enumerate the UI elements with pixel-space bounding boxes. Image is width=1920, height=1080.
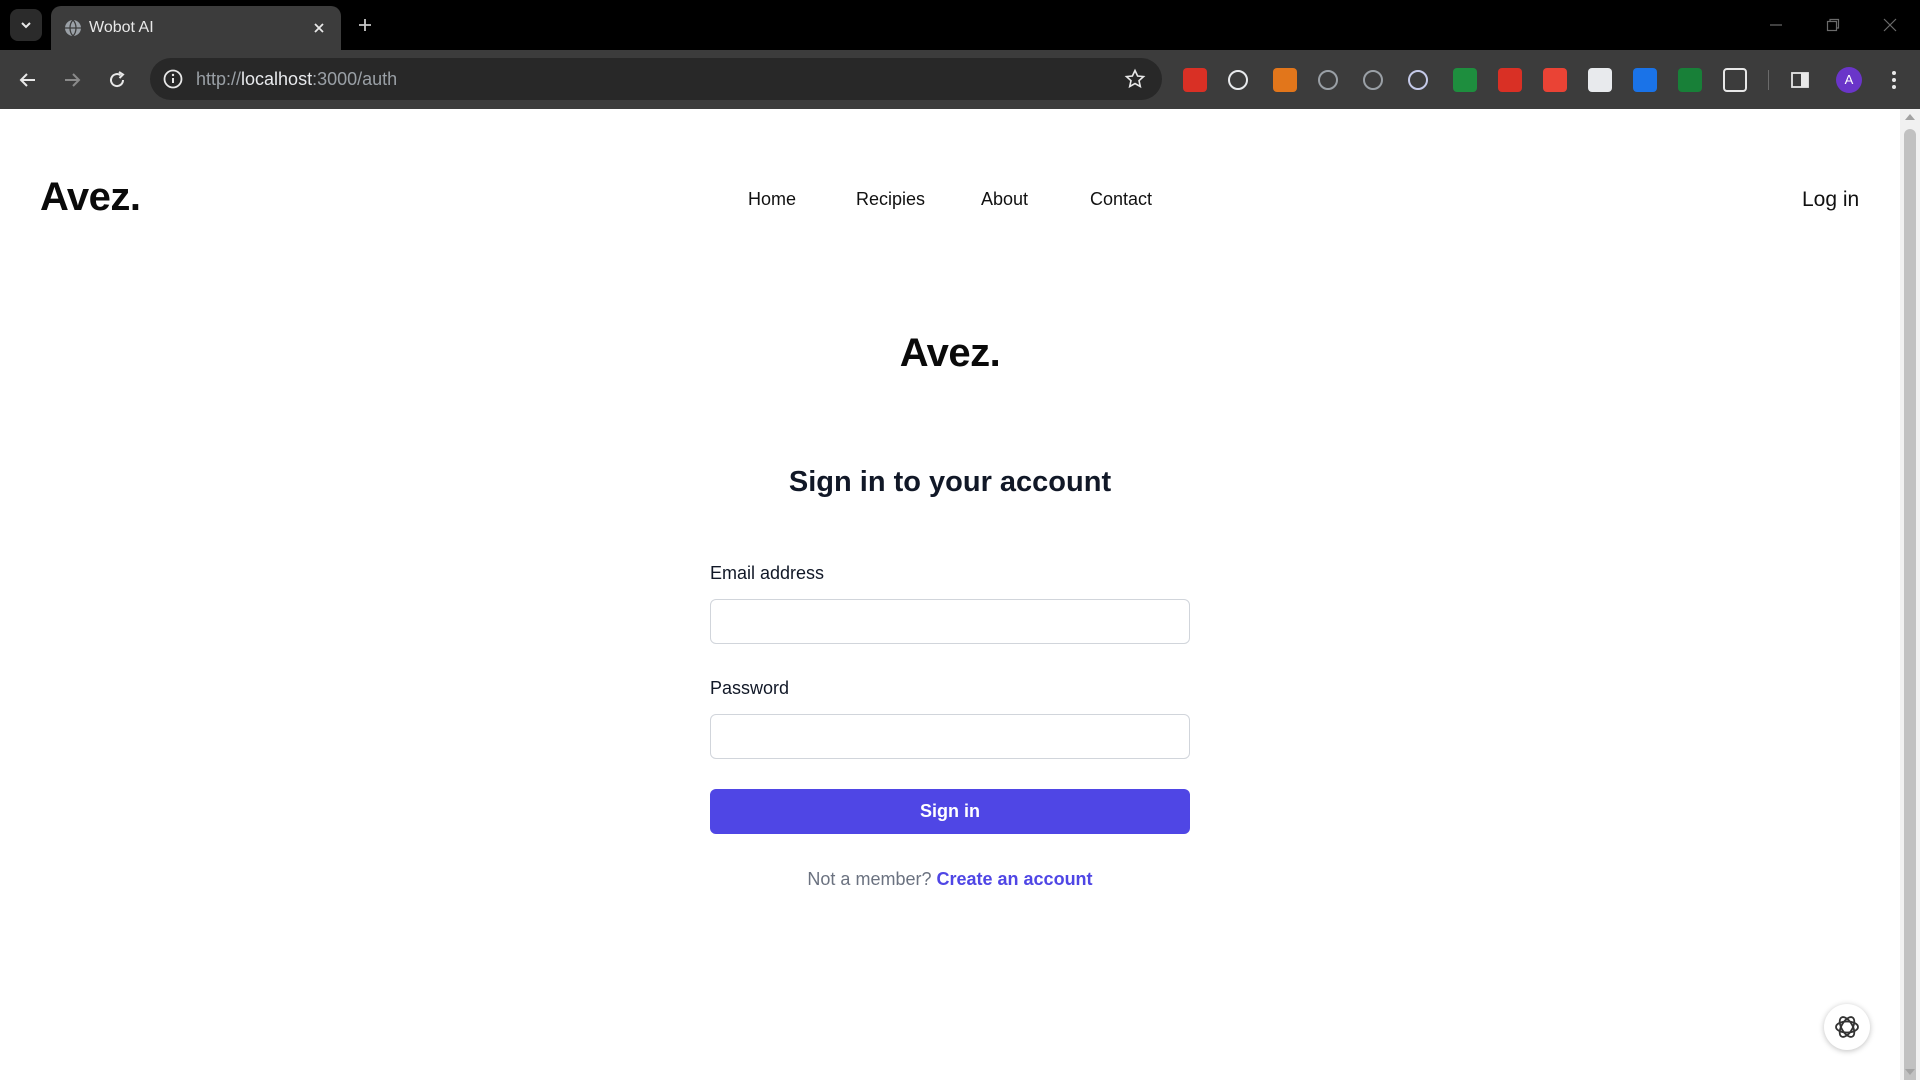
tab-search-button[interactable] <box>10 9 42 41</box>
extension-target-icon[interactable] <box>1228 70 1248 90</box>
url-scheme: http:// <box>196 69 242 89</box>
chevron-down-icon <box>21 22 31 29</box>
extension-t-icon[interactable] <box>1588 68 1612 92</box>
arrow-right-icon <box>65 73 81 87</box>
sign-in-button[interactable]: Sign in <box>710 789 1190 834</box>
forward-button[interactable] <box>56 64 88 96</box>
extension-red-icon[interactable] <box>1183 68 1207 92</box>
vertical-scrollbar[interactable] <box>1900 109 1920 1080</box>
nav-link-recipies[interactable]: Recipies <box>856 189 925 210</box>
create-account-link[interactable]: Create an account <box>937 869 1093 889</box>
side-panel-button[interactable] <box>1784 64 1816 96</box>
extension-brackets-icon[interactable] <box>1318 70 1338 90</box>
extension-sheet-icon[interactable] <box>1678 68 1702 92</box>
not-member-text: Not a member? <box>807 869 932 889</box>
nav-link-home[interactable]: Home <box>748 189 796 210</box>
url-path: :3000/auth <box>312 69 398 89</box>
scroll-down-arrow[interactable] <box>1905 1069 1915 1075</box>
url-host: localhost <box>241 69 313 89</box>
bookmark-star-icon[interactable] <box>1124 68 1146 90</box>
page-viewport: Avez. Home Recipies About Contact Log in… <box>0 109 1920 1080</box>
form-title: Sign in to your account <box>788 466 1112 498</box>
reload-icon <box>110 71 125 88</box>
extension-hand-icon[interactable] <box>1543 68 1567 92</box>
signup-prompt: Not a member? Create an account <box>710 869 1190 890</box>
address-bar[interactable]: http://localhost:3000/auth <box>150 58 1162 100</box>
extension-f-icon[interactable] <box>1633 68 1657 92</box>
new-tab-button[interactable] <box>352 12 378 38</box>
nav-link-about[interactable]: About <box>981 189 1028 210</box>
extension-play-red-icon[interactable] <box>1498 68 1522 92</box>
password-label: Password <box>710 678 790 698</box>
close-window-button[interactable] <box>1872 10 1908 40</box>
nav-link-contact[interactable]: Contact <box>1090 189 1152 210</box>
plus-icon <box>359 19 371 31</box>
close-tab-icon[interactable] <box>309 18 329 38</box>
email-field[interactable] <box>710 599 1190 644</box>
password-field[interactable] <box>710 714 1190 759</box>
browser-chrome: Wobot AI http://localhost:3000/auth A <box>0 0 1920 109</box>
minimize-button[interactable] <box>1758 10 1794 40</box>
restore-button[interactable] <box>1815 10 1851 40</box>
toolbar-divider <box>1768 70 1769 90</box>
site-logo[interactable]: Avez. <box>40 175 141 220</box>
chatgpt-widget-button[interactable] <box>1824 1004 1870 1050</box>
globe-icon <box>65 19 81 37</box>
close-icon <box>1883 18 1897 32</box>
info-icon[interactable] <box>162 68 184 90</box>
form-logo: Avez. <box>899 331 1001 375</box>
reload-button[interactable] <box>101 64 133 96</box>
scroll-up-arrow[interactable] <box>1905 114 1915 120</box>
extension-play-green-icon[interactable] <box>1453 68 1477 92</box>
url-text: http://localhost:3000/auth <box>196 69 397 89</box>
tab-title: Wobot AI <box>89 19 154 36</box>
tab-active[interactable]: Wobot AI <box>51 6 341 50</box>
chatgpt-icon <box>1835 1016 1859 1038</box>
login-link[interactable]: Log in <box>1802 188 1859 212</box>
restore-icon <box>1826 18 1840 32</box>
tab-strip: Wobot AI <box>0 0 1920 50</box>
extension-timer-icon[interactable] <box>1363 70 1383 90</box>
back-button[interactable] <box>12 64 44 96</box>
extensions-puzzle-icon[interactable] <box>1723 68 1747 92</box>
email-label: Email address <box>710 563 825 583</box>
arrow-left-icon <box>19 73 35 87</box>
profile-avatar[interactable]: A <box>1836 67 1862 93</box>
minimize-icon <box>1770 24 1782 26</box>
metamask-fox-icon[interactable] <box>1273 68 1297 92</box>
browser-toolbar: http://localhost:3000/auth A <box>0 50 1920 109</box>
scrollbar-thumb[interactable] <box>1904 129 1916 1080</box>
menu-button[interactable] <box>1878 64 1910 96</box>
side-panel-icon <box>1791 72 1809 88</box>
extension-shield-icon[interactable] <box>1408 70 1428 90</box>
kebab-menu-icon <box>1892 71 1896 89</box>
